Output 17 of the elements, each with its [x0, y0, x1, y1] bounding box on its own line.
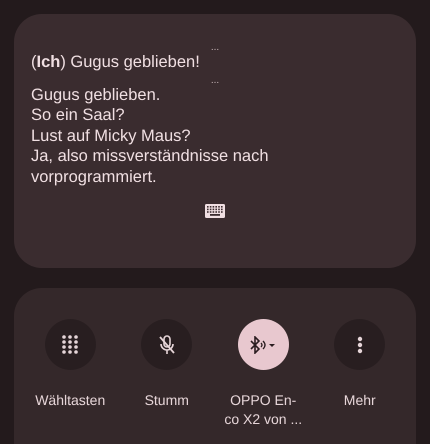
transcript-line: vorprogrammiert. — [31, 166, 157, 187]
control-label: Mehr — [344, 391, 376, 410]
more-icon — [356, 336, 363, 354]
keyboard-icon[interactable] — [204, 203, 226, 219]
dialpad-icon — [61, 334, 80, 354]
transcript-line: Lust auf Micky Maus? — [31, 126, 191, 146]
ellipsis-text: ... — [210, 74, 220, 86]
control-label: OPPO En- co X2 von ... — [224, 391, 302, 429]
transcript-line: Ja, also missverständnisse nach — [31, 146, 269, 166]
transcript-line: So ein Saal? — [31, 105, 125, 126]
ellipsis-text: ... — [210, 42, 220, 54]
transcript-line: (Ich) Gugus geblieben! — [31, 52, 200, 72]
mic-off-icon — [158, 334, 176, 354]
bluetooth-button[interactable] — [238, 319, 289, 370]
control-label: Stumm — [144, 391, 189, 410]
control-label: Wähltasten — [35, 391, 106, 410]
transcript-line: Gugus geblieben. — [31, 84, 160, 105]
